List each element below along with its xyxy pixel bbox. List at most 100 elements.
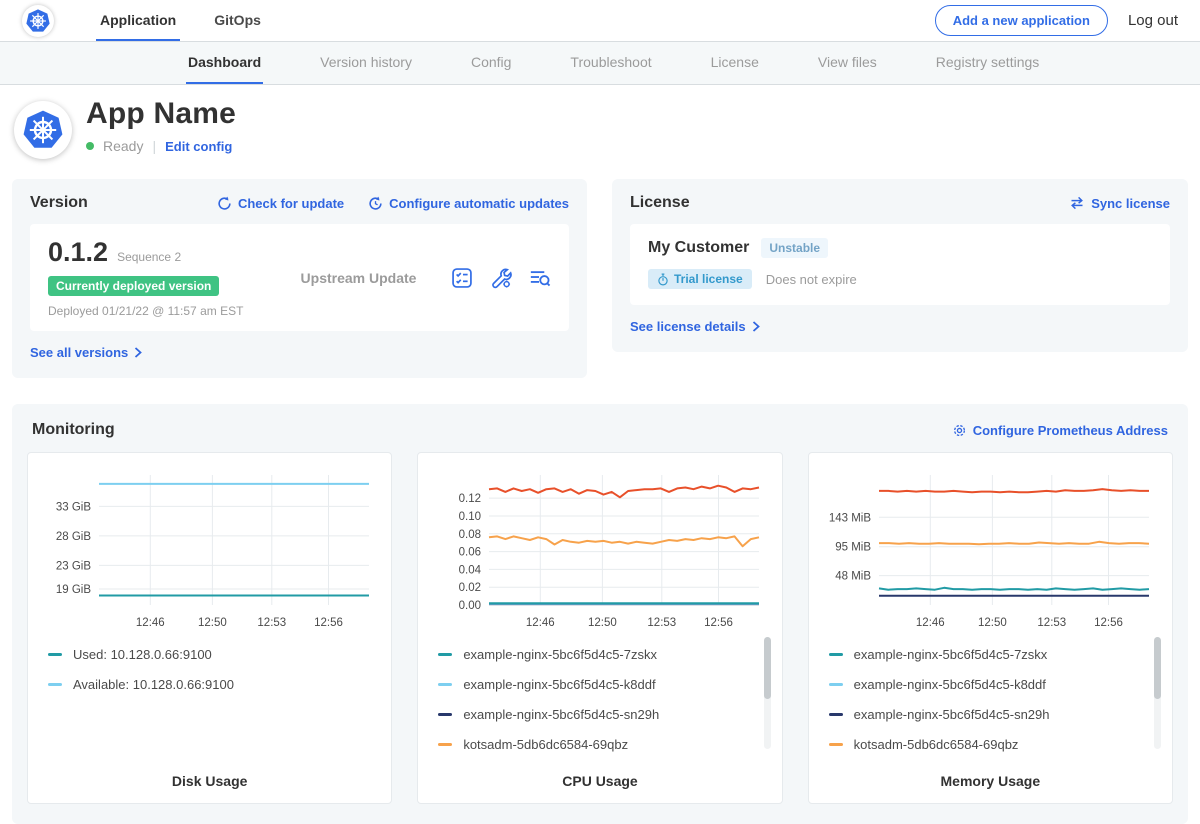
svg-text:12:56: 12:56	[1094, 617, 1123, 629]
kubernetes-logo-icon	[26, 9, 50, 33]
deploy-logs-icon[interactable]	[529, 267, 551, 289]
disk-usage-title: Disk Usage	[36, 773, 383, 789]
svg-text:12:50: 12:50	[978, 617, 1007, 629]
svg-text:12:46: 12:46	[916, 617, 945, 629]
configure-automatic-updates-link[interactable]: Configure automatic updates	[368, 196, 569, 211]
app-sub-nav: Dashboard Version history Config Trouble…	[0, 42, 1200, 85]
status-dot	[86, 142, 94, 150]
tab-registry-settings[interactable]: Registry settings	[934, 42, 1041, 84]
svg-text:0.12: 0.12	[459, 493, 481, 505]
svg-text:23 GiB: 23 GiB	[55, 560, 90, 572]
edit-config-link[interactable]: Edit config	[165, 139, 232, 154]
svg-text:12:46: 12:46	[526, 617, 555, 629]
svg-text:95 MiB: 95 MiB	[836, 542, 872, 554]
legend-item: example-nginx-5bc6f5d4c5-sn29h	[829, 707, 1146, 722]
svg-text:12:53: 12:53	[647, 617, 676, 629]
legend-item: example-nginx-5bc6f5d4c5-7zskx	[438, 647, 755, 662]
version-card: Version Check for update Configure au	[12, 179, 587, 378]
svg-text:12:50: 12:50	[198, 617, 227, 629]
cpu-usage-title: CPU Usage	[426, 773, 773, 789]
memory-usage-graph-card: 48 MiB95 MiB143 MiB12:4612:5012:5312:56 …	[808, 452, 1173, 804]
disk-usage-chart: 19 GiB 23 GiB 28 GiB 33 GiB 12:46 12:50 12:53 1…	[36, 463, 383, 635]
legend-item: example-nginx-5bc6f5d4c5-7zskx	[829, 647, 1146, 662]
cpu-usage-graph-card: 0.00 0.02 0.04 0.06 0.08 0.10 0.12 12:46 12:50 12…	[417, 452, 782, 804]
see-license-details-link[interactable]: See license details	[630, 319, 760, 334]
check-for-update-link[interactable]: Check for update	[217, 196, 344, 211]
svg-text:12:56: 12:56	[314, 617, 343, 629]
kubernetes-app-icon	[23, 110, 63, 150]
chevron-right-icon	[752, 321, 760, 332]
svg-text:0.06: 0.06	[459, 547, 481, 559]
status-text: Ready	[103, 138, 143, 154]
chevron-right-icon	[134, 347, 142, 358]
see-all-versions-link[interactable]: See all versions	[30, 345, 142, 360]
legend-item: example-nginx-5bc6f5d4c5-k8ddf	[829, 677, 1146, 692]
tab-license[interactable]: License	[709, 42, 761, 84]
trial-license-badge: Trial license	[648, 269, 752, 289]
cpu-usage-legend: example-nginx-5bc6f5d4c5-7zskx example-ng…	[438, 647, 755, 752]
sync-license-link[interactable]: Sync license	[1069, 196, 1170, 211]
version-sequence: Sequence 2	[117, 250, 181, 264]
license-expiry: Does not expire	[766, 272, 857, 287]
page-title: App Name	[86, 97, 236, 131]
legend-scrollbar[interactable]	[1154, 637, 1161, 749]
app-avatar	[14, 101, 72, 159]
tab-troubleshoot[interactable]: Troubleshoot	[568, 42, 653, 84]
svg-text:12:53: 12:53	[257, 617, 286, 629]
refresh-icon	[217, 196, 232, 211]
topnav-tab-application[interactable]: Application	[96, 0, 180, 41]
tab-dashboard[interactable]: Dashboard	[186, 42, 263, 84]
svg-text:19 GiB: 19 GiB	[55, 584, 90, 596]
top-nav: Application GitOps Add a new application…	[0, 0, 1200, 42]
svg-text:12:46: 12:46	[136, 617, 165, 629]
version-number: 0.1.2	[48, 237, 108, 268]
svg-text:48 MiB: 48 MiB	[836, 571, 872, 583]
svg-text:33 GiB: 33 GiB	[55, 501, 90, 513]
logout-link[interactable]: Log out	[1128, 12, 1178, 29]
tab-config[interactable]: Config	[469, 42, 513, 84]
memory-usage-chart: 48 MiB 95 MiB 143 MiB 12:46 12:50 12:53 12:56	[817, 463, 1164, 635]
svg-text:0.10: 0.10	[459, 511, 481, 523]
license-panel: My Customer Unstable Trial license	[630, 224, 1170, 305]
legend-item: Available: 10.128.0.66:9100	[48, 677, 365, 692]
monitoring-title: Monitoring	[32, 421, 115, 439]
svg-text:28 GiB: 28 GiB	[55, 531, 90, 543]
current-version-panel: 0.1.2 Sequence 2 Currently deployed vers…	[30, 224, 569, 331]
add-application-button[interactable]: Add a new application	[935, 5, 1108, 36]
legend-item: kotsadm-5db6dc6584-69qbz	[829, 737, 1146, 752]
memory-usage-title: Memory Usage	[817, 773, 1164, 789]
legend-item: Used: 10.128.0.66:9100	[48, 647, 365, 662]
version-source-label: Upstream Update	[266, 270, 451, 286]
configure-prometheus-link[interactable]: Configure Prometheus Address	[952, 423, 1168, 438]
stopwatch-icon	[657, 273, 669, 286]
preflight-checklist-icon[interactable]	[451, 267, 473, 289]
svg-text:143 MiB: 143 MiB	[829, 512, 872, 524]
svg-text:12:53: 12:53	[1038, 617, 1067, 629]
customer-name: My Customer	[648, 239, 749, 257]
disk-usage-graph-card: 19 GiB 23 GiB 28 GiB 33 GiB 12:46 12:50 12:53 1…	[27, 452, 392, 804]
version-card-title: Version	[30, 194, 88, 212]
svg-text:0.04: 0.04	[459, 564, 482, 576]
gear-icon	[952, 423, 967, 438]
disk-usage-legend: Used: 10.128.0.66:9100 Available: 10.128.…	[48, 647, 365, 692]
monitoring-section: Monitoring Configure Prometheus Address …	[12, 404, 1188, 824]
svg-text:12:50: 12:50	[588, 617, 617, 629]
sync-arrows-icon	[1069, 196, 1085, 210]
channel-badge: Unstable	[761, 238, 828, 258]
svg-text:0.02: 0.02	[459, 582, 481, 594]
deployed-badge: Currently deployed version	[48, 276, 219, 296]
legend-scrollbar[interactable]	[764, 637, 771, 749]
kubernetes-logo[interactable]	[22, 5, 54, 37]
svg-text:0.00: 0.00	[459, 600, 481, 612]
config-wrench-icon[interactable]	[490, 267, 512, 289]
svg-text:12:56: 12:56	[704, 617, 733, 629]
legend-item: example-nginx-5bc6f5d4c5-k8ddf	[438, 677, 755, 692]
divider: |	[152, 138, 156, 154]
topnav-tab-gitops[interactable]: GitOps	[210, 0, 265, 41]
tab-view-files[interactable]: View files	[816, 42, 879, 84]
svg-text:0.08: 0.08	[459, 529, 481, 541]
app-header: App Name Ready | Edit config	[0, 85, 1200, 175]
license-card: License Sync license My Customer Unstabl…	[612, 179, 1188, 352]
license-card-title: License	[630, 194, 690, 212]
tab-version-history[interactable]: Version history	[318, 42, 414, 84]
